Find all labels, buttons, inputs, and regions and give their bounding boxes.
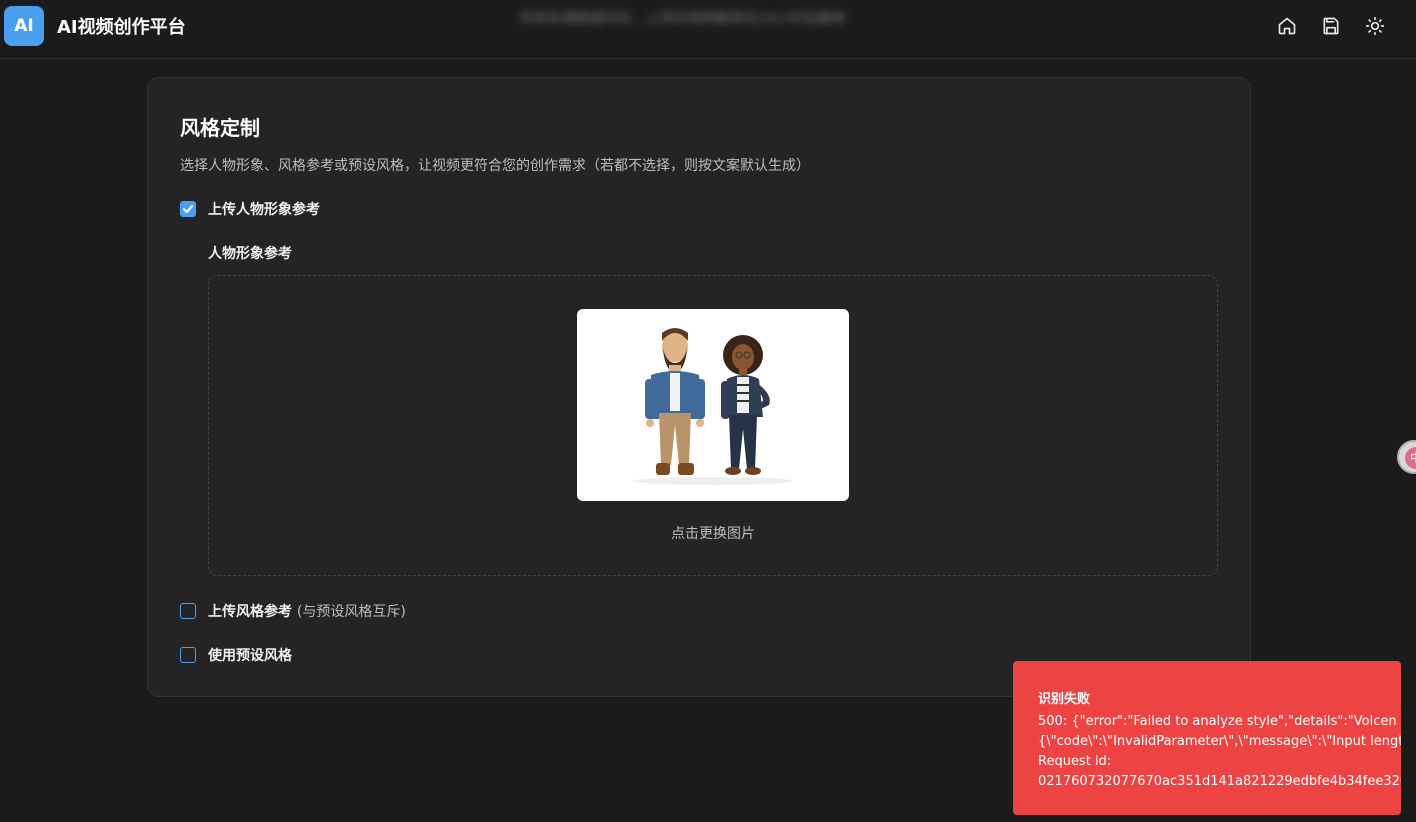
change-image-link[interactable]: 点击更换图片: [209, 523, 1217, 543]
save-icon[interactable]: [1321, 16, 1341, 36]
image-upload-dropzone[interactable]: 点击更换图片: [208, 275, 1218, 576]
badge-text: 中: [1405, 447, 1416, 469]
app-logo[interactable]: AI: [4, 6, 44, 46]
option-style-reference[interactable]: 上传风格参考 (与预设风格互斥): [180, 601, 406, 621]
option-preset-style[interactable]: 使用预设风格: [180, 645, 292, 665]
option-label: 上传人物形象参考: [208, 202, 320, 218]
theme-sun-icon[interactable]: [1365, 16, 1385, 36]
check-icon: [183, 205, 193, 213]
floating-assistant-badge[interactable]: 中: [1397, 440, 1416, 474]
error-toast[interactable]: 识别失败 500: {"error":"Failed to analyze st…: [1013, 661, 1401, 815]
card-description: 选择人物形象、风格参考或预设风格，让视频更符合您的创作需求（若都不选择，则按文案…: [180, 158, 810, 174]
style-customization-card: 风格定制 选择人物形象、风格参考或预设风格，让视频更符合您的创作需求（若都不选择…: [147, 77, 1251, 697]
option-label: 使用预设风格: [208, 648, 292, 664]
man-figure: [645, 328, 705, 475]
toast-title: 识别失败: [1038, 692, 1091, 707]
home-icon[interactable]: [1277, 16, 1297, 36]
toast-line: 021760732077670ac351d141a821229edbfe4b34…: [1038, 774, 1401, 789]
app-title: AI视频创作平台: [57, 17, 186, 38]
toast-line: {\"code\":\"InvalidParameter\",\"message…: [1038, 734, 1401, 749]
character-reference-title: 人物形象参考: [208, 246, 292, 262]
blurred-notice: 所有处理数据均在…上传的视频都将在24小时后删除: [520, 11, 846, 27]
toast-line: 500: {"error":"Failed to analyze style",…: [1038, 714, 1397, 729]
toast-message: 500: {"error":"Failed to analyze style",…: [1038, 712, 1401, 792]
checkbox-style-reference[interactable]: [180, 603, 196, 619]
character-image-preview[interactable]: [577, 309, 849, 501]
woman-figure: [721, 335, 770, 475]
top-bar: AI AI视频创作平台 所有处理数据均在…上传的视频都将在24小时后删除: [0, 0, 1416, 59]
checkbox-preset-style[interactable]: [180, 647, 196, 663]
checkbox-character-reference[interactable]: [180, 201, 196, 217]
toast-line: Request id:: [1038, 754, 1112, 769]
card-title: 风格定制: [180, 116, 260, 140]
option-note: (与预设风格互斥): [296, 604, 406, 620]
option-label: 上传风格参考 (与预设风格互斥): [208, 601, 406, 621]
character-illustration: [633, 328, 793, 485]
option-character-reference[interactable]: 上传人物形象参考: [180, 199, 320, 219]
option-label-text: 上传风格参考: [208, 604, 292, 620]
